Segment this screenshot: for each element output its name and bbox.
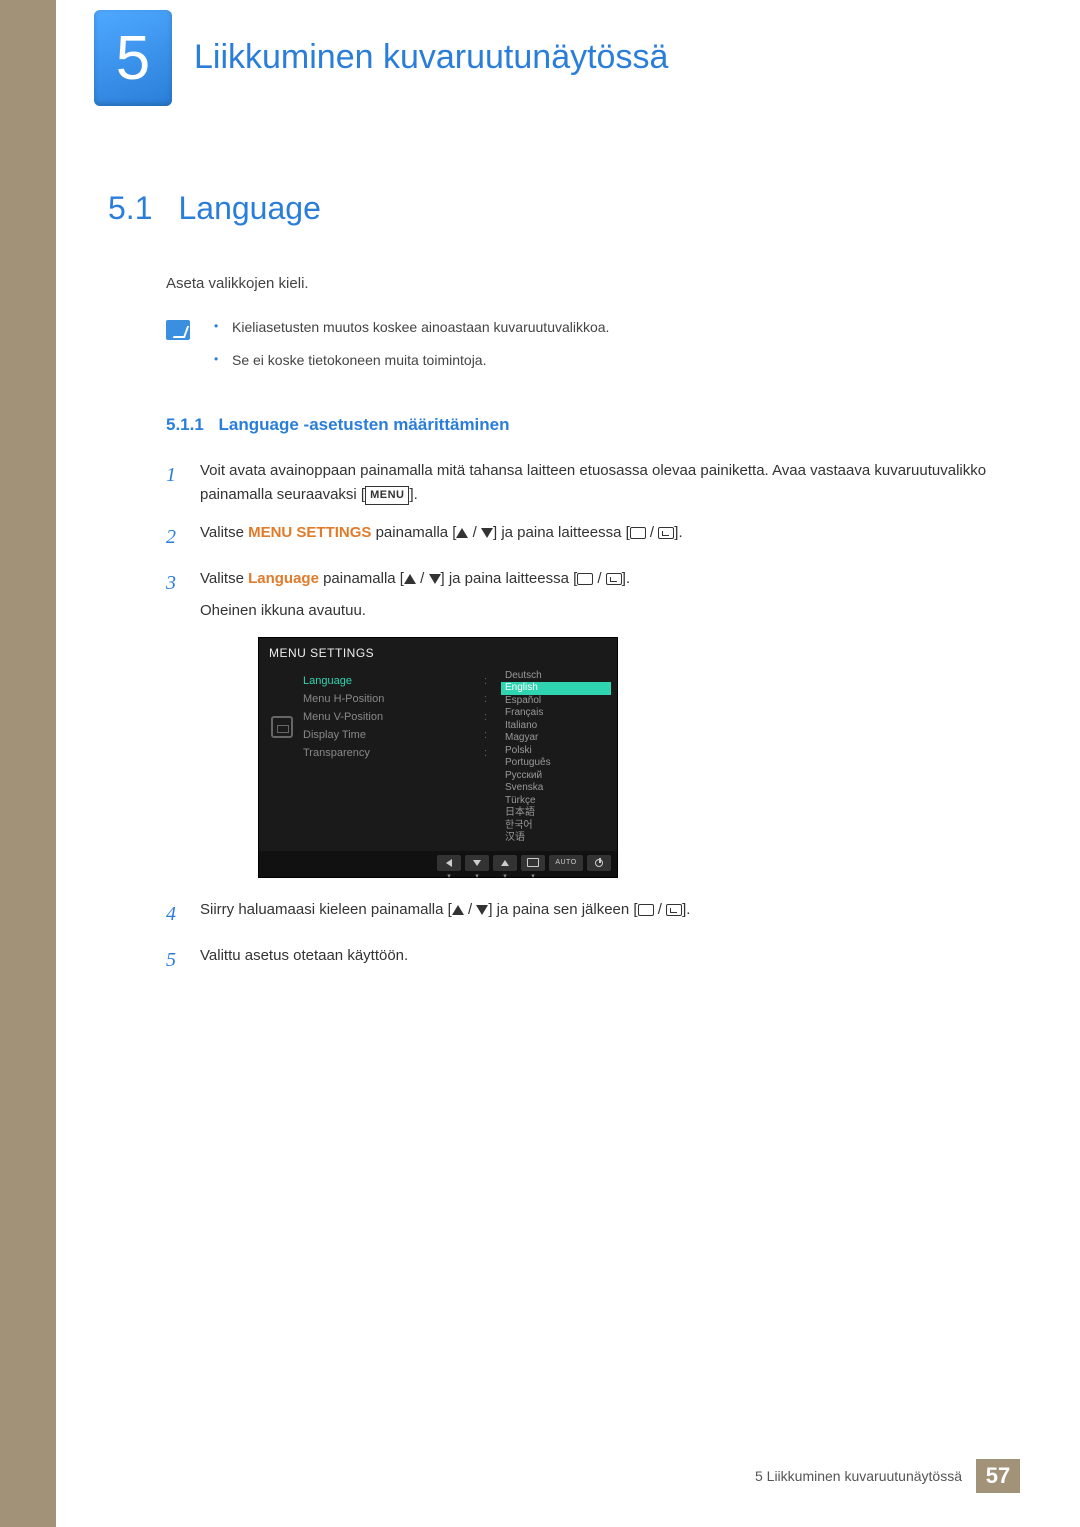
- step-body: Voit avata avainoppaan painamalla mitä t…: [200, 459, 1000, 507]
- enter-icon: [606, 573, 622, 585]
- step-text: ].: [409, 486, 417, 503]
- osd-menu-list: Language: Menu H-Position: Menu V-Positi…: [299, 670, 497, 845]
- step-4: 4 Siirry haluamaasi kieleen painamalla […: [166, 898, 1000, 930]
- osd-lang: 한국어: [501, 820, 611, 833]
- note-item: Kieliasetusten muutos koskee ainoastaan …: [214, 318, 609, 338]
- osd-lang-selected: English: [501, 682, 611, 695]
- osd-language-list: Deutsch English Español Français Italian…: [501, 670, 611, 845]
- step-number: 2: [166, 521, 184, 553]
- highlight-menu-settings: MENU SETTINGS: [248, 524, 371, 541]
- step-text: painamalla [: [319, 570, 404, 587]
- osd-panel: MENU SETTINGS Language: Menu H-Position:…: [258, 637, 618, 878]
- step-1: 1 Voit avata avainoppaan painamalla mitä…: [166, 459, 1000, 507]
- osd-item: Display Time: [303, 729, 366, 741]
- screen-icon: [577, 573, 593, 585]
- step-text: Valitse: [200, 570, 248, 587]
- up-arrow-icon: [456, 528, 468, 538]
- osd-nav-up: ▾: [493, 855, 517, 871]
- osd-nav-power: [587, 855, 611, 871]
- step-text: Siirry haluamaasi kieleen painamalla [: [200, 901, 452, 918]
- osd-lang: Italiano: [501, 720, 611, 733]
- step-number: 4: [166, 898, 184, 930]
- chapter-number-badge: 5: [94, 10, 172, 106]
- step-text: ] ja paina laitteessa [: [441, 570, 578, 587]
- step-text: Voit avata avainoppaan painamalla mitä t…: [200, 462, 986, 503]
- subsection-number: 5.1.1: [166, 415, 204, 434]
- chapter-number: 5: [116, 23, 150, 94]
- osd-nav-auto: AUTO: [549, 855, 583, 871]
- osd-title: MENU SETTINGS: [259, 638, 617, 666]
- osd-lang: Français: [501, 707, 611, 720]
- left-accent-stripe: [0, 0, 56, 1527]
- footer-page-number: 57: [976, 1459, 1020, 1493]
- step-text: ].: [674, 524, 682, 541]
- osd-screenshot: MENU SETTINGS Language: Menu H-Position:…: [258, 637, 1000, 878]
- intro-text: Aseta valikkojen kieli.: [166, 273, 1000, 296]
- step-number: 5: [166, 944, 184, 976]
- page-footer: 5 Liikkuminen kuvaruutunäytössä 57: [755, 1459, 1020, 1493]
- subsection-heading: 5.1.1 Language -asetusten määrittäminen: [166, 415, 1000, 435]
- menu-key-label: MENU: [365, 486, 409, 506]
- osd-lang: Русский: [501, 770, 611, 783]
- osd-lang: 日本語: [501, 807, 611, 820]
- up-arrow-icon: [404, 574, 416, 584]
- note-block: Kieliasetusten muutos koskee ainoastaan …: [166, 318, 1000, 385]
- step-body: Valittu asetus otetaan käyttöön.: [200, 944, 1000, 976]
- osd-nav-bar: ▾ ▾ ▾ ▾ AUTO: [259, 851, 617, 877]
- step-2: 2 Valitse MENU SETTINGS painamalla [ / ]…: [166, 521, 1000, 553]
- subsection-title: Language -asetusten määrittäminen: [219, 415, 510, 434]
- section-content: 5.1 Language Aseta valikkojen kieli. Kie…: [108, 190, 1000, 990]
- step-3: 3 Valitse Language painamalla [ / ] ja p…: [166, 567, 1000, 623]
- step-text: Oheinen ikkuna avautuu.: [200, 599, 1000, 623]
- osd-nav-down: ▾: [465, 855, 489, 871]
- step-text: Valitse: [200, 524, 248, 541]
- osd-lang: Türkçe: [501, 795, 611, 808]
- step-body: Siirry haluamaasi kieleen painamalla [ /…: [200, 898, 1000, 930]
- osd-lang: Polski: [501, 745, 611, 758]
- step-5: 5 Valittu asetus otetaan käyttöön.: [166, 944, 1000, 976]
- section-heading: 5.1 Language: [108, 190, 1000, 227]
- osd-lang: Deutsch: [501, 670, 611, 683]
- osd-lang: 汉语: [501, 832, 611, 845]
- osd-item: Menu V-Position: [303, 711, 383, 723]
- chapter-title: Liikkuminen kuvaruutunäytössä: [194, 38, 668, 77]
- step-text: painamalla [: [371, 524, 456, 541]
- down-arrow-icon: [481, 528, 493, 538]
- note-list: Kieliasetusten muutos koskee ainoastaan …: [214, 318, 609, 385]
- osd-lang: Magyar: [501, 732, 611, 745]
- screen-icon: [630, 527, 646, 539]
- step-text: ].: [682, 901, 690, 918]
- step-body: Valitse MENU SETTINGS painamalla [ / ] j…: [200, 521, 1000, 553]
- enter-icon: [658, 527, 674, 539]
- note-icon: [166, 320, 190, 340]
- section-title: Language: [178, 190, 320, 227]
- footer-text: 5 Liikkuminen kuvaruutunäytössä: [755, 1468, 962, 1484]
- step-text: ] ja paina laitteessa [: [493, 524, 630, 541]
- settings-icon: [271, 716, 293, 738]
- down-arrow-icon: [429, 574, 441, 584]
- highlight-language: Language: [248, 570, 319, 587]
- osd-item: Language: [303, 675, 352, 687]
- section-number: 5.1: [108, 190, 152, 227]
- enter-icon: [666, 904, 682, 916]
- step-number: 3: [166, 567, 184, 623]
- osd-nav-confirm: ▾: [521, 855, 545, 871]
- osd-lang: Português: [501, 757, 611, 770]
- step-number: 1: [166, 459, 184, 507]
- down-arrow-icon: [476, 905, 488, 915]
- osd-item: Transparency: [303, 747, 370, 759]
- osd-item: Menu H-Position: [303, 693, 384, 705]
- osd-lang: Svenska: [501, 782, 611, 795]
- screen-icon: [638, 904, 654, 916]
- up-arrow-icon: [452, 905, 464, 915]
- note-item: Se ei koske tietokoneen muita toimintoja…: [214, 351, 609, 371]
- osd-nav-left: ▾: [437, 855, 461, 871]
- step-body: Valitse Language painamalla [ / ] ja pai…: [200, 567, 1000, 623]
- step-text: ] ja paina sen jälkeen [: [488, 901, 637, 918]
- step-text: ].: [622, 570, 630, 587]
- osd-lang: Español: [501, 695, 611, 708]
